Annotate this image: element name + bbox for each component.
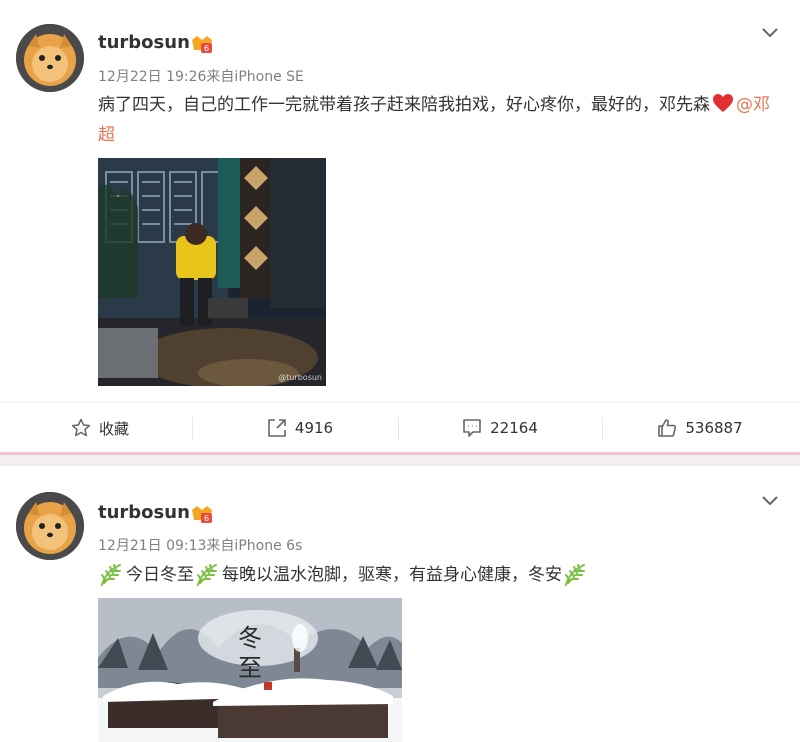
- post-photo[interactable]: @turbosun: [98, 158, 326, 386]
- leaf-emoji-icon: [565, 564, 585, 586]
- post-photo[interactable]: 冬 至: [98, 598, 402, 742]
- svg-text:6: 6: [204, 514, 209, 523]
- comment-count: 22164: [490, 419, 538, 437]
- post-text: 今日冬至 每晚以温水泡脚，驱寒，有益身心健康，冬安: [98, 560, 778, 590]
- post-text-part: 今日冬至: [126, 565, 194, 585]
- leaf-emoji-icon: [101, 564, 121, 586]
- favorite-label: 收藏: [98, 419, 129, 438]
- chevron-down-icon[interactable]: [760, 26, 780, 40]
- comment-icon: [463, 419, 481, 437]
- divider: [192, 417, 193, 441]
- vip-badge-icon[interactable]: 6: [190, 34, 214, 54]
- like-count: 536887: [685, 419, 743, 437]
- username[interactable]: turbosun: [98, 32, 190, 53]
- like-button[interactable]: 536887: [600, 403, 800, 453]
- repost-button[interactable]: 4916: [200, 403, 400, 453]
- repost-count: 4916: [294, 419, 334, 437]
- favorite-button[interactable]: 收藏: [0, 403, 200, 453]
- avatar[interactable]: [16, 24, 84, 92]
- action-bar: 收藏 4916 22164 536887: [0, 402, 800, 452]
- post-text-body: 病了四天，自己的工作一完就带着孩子赶来陪我拍戏，好心疼你，最好的，邓先森: [98, 95, 710, 115]
- heart-emoji-icon: [713, 94, 733, 112]
- repost-icon: [268, 419, 286, 437]
- vip-badge-icon[interactable]: 6: [190, 504, 214, 524]
- username[interactable]: turbosun: [98, 502, 190, 523]
- photo-title-line-1: 冬: [238, 624, 262, 652]
- photo-title-line-2: 至: [238, 654, 262, 682]
- feed-post: turbosun 6 12月21日 09:13来自iPhone 6s 今日冬至 …: [0, 466, 800, 742]
- photo-watermark: @turbosun: [278, 373, 322, 382]
- like-icon: [658, 419, 677, 437]
- post-meta: 12月22日 19:26来自iPhone SE: [98, 69, 304, 85]
- leaf-emoji-icon: [197, 564, 217, 586]
- chevron-down-icon[interactable]: [760, 494, 780, 508]
- post-text-part: 每晚以温水泡脚，驱寒，有益身心健康，冬安: [222, 565, 562, 585]
- comment-button[interactable]: 22164: [400, 403, 600, 453]
- post-text: 病了四天，自己的工作一完就带着孩子赶来陪我拍戏，好心疼你，最好的，邓先森 @邓超: [98, 90, 778, 150]
- post-separator: [0, 452, 800, 466]
- divider: [398, 417, 399, 441]
- feed-post: turbosun 6 12月22日 19:26来自iPhone SE 病了四天，…: [0, 0, 800, 452]
- star-icon: [71, 418, 91, 437]
- post-meta: 12月21日 09:13来自iPhone 6s: [98, 538, 303, 554]
- avatar[interactable]: [16, 492, 84, 560]
- svg-text:6: 6: [204, 44, 209, 53]
